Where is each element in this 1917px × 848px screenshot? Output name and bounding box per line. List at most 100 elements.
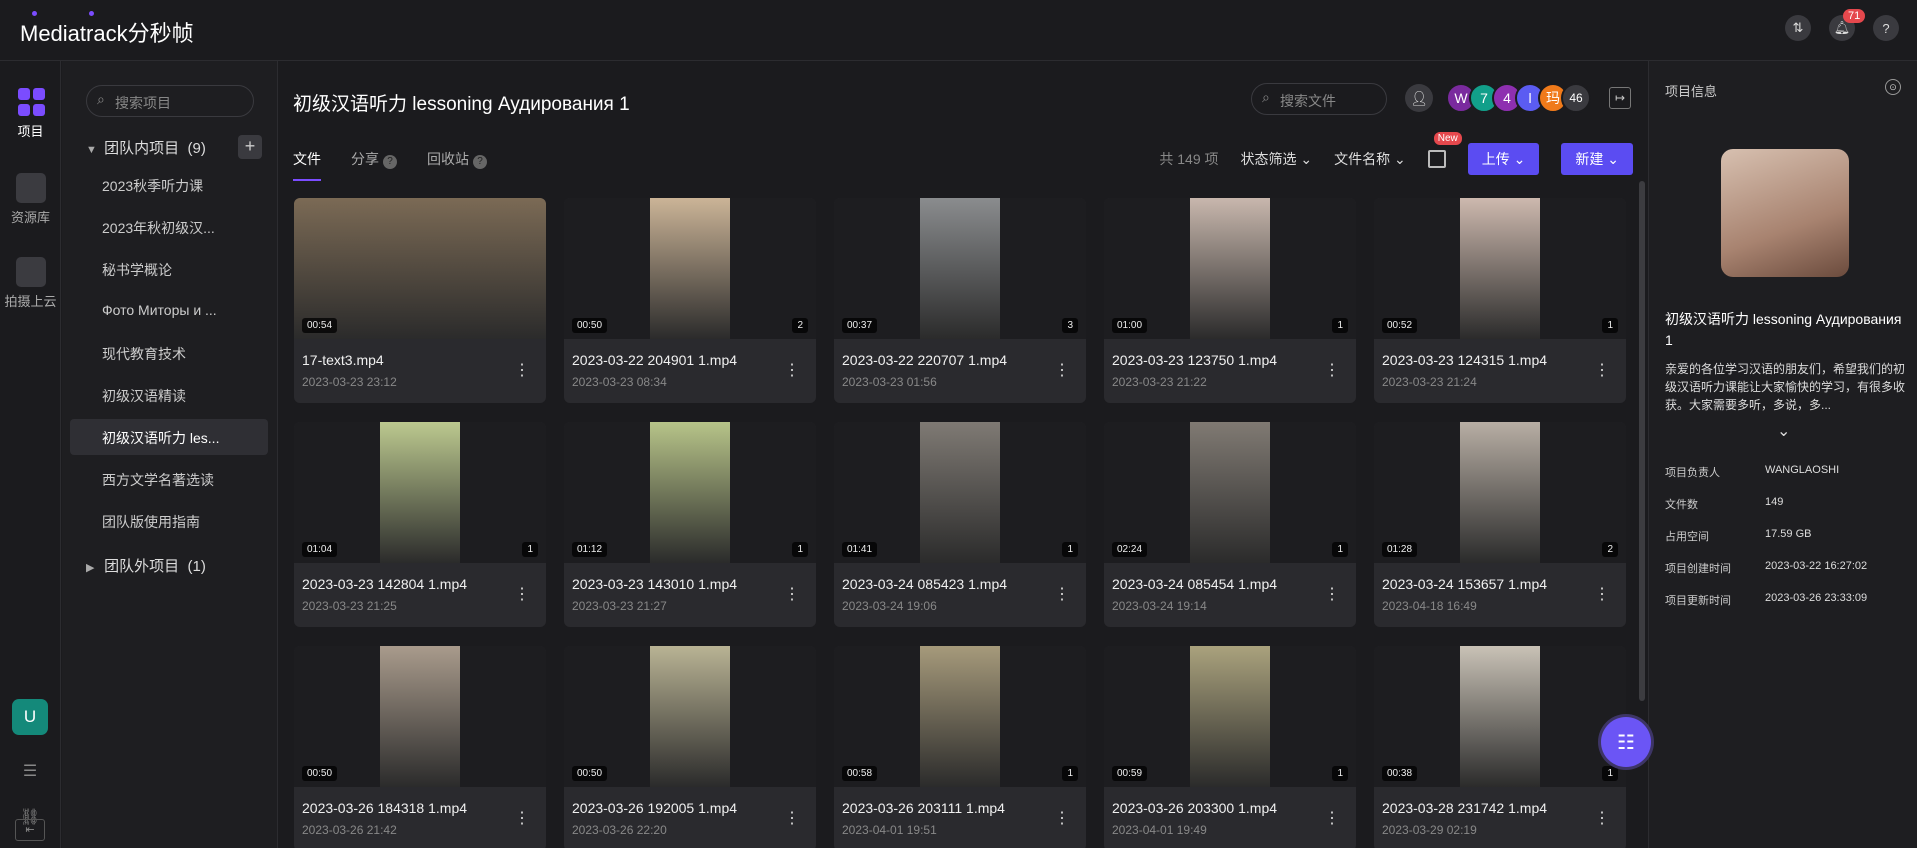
sidebar-project-item[interactable]: 初级汉语精读 — [70, 377, 268, 413]
help-icon[interactable]: ? — [1873, 15, 1899, 41]
video-thumbnail[interactable]: 01:28 2 — [1374, 422, 1626, 563]
info-heading: 项目信息 — [1665, 84, 1718, 99]
file-search-input[interactable]: 搜索文件 — [1251, 83, 1387, 115]
more-options-icon[interactable]: ⋮ — [1594, 584, 1610, 604]
more-options-icon[interactable]: ⋮ — [1054, 808, 1070, 828]
video-thumbnail[interactable]: 01:04 1 — [294, 422, 546, 563]
team-projects-group[interactable]: ▼ 团队内项目 (9) — [86, 137, 206, 158]
file-card[interactable]: 01:28 2 2023-03-24 153657 1.mp4 2023-04-18 … — [1374, 422, 1626, 627]
tab-recycle-bin[interactable]: 回收站? — [427, 149, 487, 181]
video-thumbnail[interactable]: 00:50 — [564, 646, 816, 787]
thumbnail-image — [380, 646, 460, 787]
file-date: 2023-04-18 16:49 — [1382, 599, 1477, 613]
upload-button[interactable]: 上传 ⌄ — [1467, 143, 1540, 175]
more-options-icon[interactable]: ⋮ — [1324, 360, 1340, 380]
file-card[interactable]: 00:50 2 2023-03-22 204901 1.mp4 2023-03-23 … — [564, 198, 816, 403]
status-filter-dropdown[interactable]: 状态筛选 ⌄ — [1241, 149, 1313, 169]
member-avatars[interactable]: W 7 4 l 玛 46 — [1446, 83, 1591, 113]
file-card[interactable]: 00:52 1 2023-03-23 124315 1.mp4 2023-03-23 … — [1374, 198, 1626, 403]
comment-count-badge: 1 — [1602, 766, 1618, 781]
add-member-icon[interactable]: 👤︎ — [1405, 84, 1433, 112]
more-options-icon[interactable]: ⋮ — [1324, 584, 1340, 604]
sort-dropdown[interactable]: 文件名称 ⌄ — [1334, 149, 1406, 169]
more-options-icon[interactable]: ⋮ — [1054, 584, 1070, 604]
caret-down-icon: ▼ — [86, 144, 97, 156]
rail-item-camera-to-cloud[interactable]: 拍摄上云 — [0, 257, 61, 310]
scrollbar[interactable] — [1639, 181, 1645, 701]
video-thumbnail[interactable]: 00:38 1 — [1374, 646, 1626, 787]
collapse-sidebar-icon[interactable]: ⇤ — [15, 819, 45, 841]
tab-share[interactable]: 分享? — [351, 149, 397, 181]
more-options-icon[interactable]: ⋮ — [514, 808, 530, 828]
video-thumbnail[interactable]: 00:54 — [294, 198, 546, 339]
file-card[interactable]: 00:58 1 2023-03-26 203111 1.mp4 2023-04-01 … — [834, 646, 1086, 848]
sidebar-project-item[interactable]: Фото Миторы и ... — [70, 293, 268, 329]
tab-files[interactable]: 文件 — [293, 149, 321, 181]
video-thumbnail[interactable]: 00:37 3 — [834, 198, 1086, 339]
video-thumbnail[interactable]: 02:24 1 — [1104, 422, 1356, 563]
more-options-icon[interactable]: ⋮ — [784, 360, 800, 380]
rail-item-projects[interactable]: 项目 — [0, 87, 61, 140]
user-avatar[interactable]: U — [12, 699, 48, 735]
comment-count-badge: 1 — [792, 542, 808, 557]
file-card[interactable]: 00:50 2023-03-26 184318 1.mp4 2023-03-26 2… — [294, 646, 546, 848]
thumbnail-image — [1460, 422, 1540, 563]
more-options-icon[interactable]: ⋮ — [784, 808, 800, 828]
sidebar-project-item[interactable]: 秘书学概论 — [70, 251, 268, 287]
more-options-icon[interactable]: ⋮ — [784, 584, 800, 604]
file-date: 2023-03-23 23:12 — [302, 375, 397, 389]
file-card[interactable]: 02:24 1 2023-03-24 085454 1.mp4 2023-03-24 … — [1104, 422, 1356, 627]
file-card[interactable]: 00:38 1 2023-03-28 231742 1.mp4 2023-03-29 … — [1374, 646, 1626, 848]
thumbnail-image — [920, 646, 1000, 787]
sidebar-project-item[interactable]: 2023年秋初级汉... — [70, 209, 268, 245]
file-card[interactable]: 00:54 17-text3.mp4 2023-03-23 23:12 ⋮ — [294, 198, 546, 403]
add-project-button[interactable]: + — [238, 135, 262, 159]
more-options-icon[interactable]: ⋮ — [514, 584, 530, 604]
file-card[interactable]: 01:41 1 2023-03-24 085423 1.mp4 2023-03-24 … — [834, 422, 1086, 627]
duration-badge: 00:58 — [842, 766, 878, 781]
more-options-icon[interactable]: ⋮ — [1324, 808, 1340, 828]
create-button[interactable]: 新建 ⌄ — [1561, 143, 1633, 175]
video-thumbnail[interactable]: 00:52 1 — [1374, 198, 1626, 339]
more-options-icon[interactable]: ⋮ — [1594, 808, 1610, 828]
sidebar-project-item[interactable]: 西方文学名著选读 — [70, 461, 268, 497]
sidebar-project-item[interactable]: 现代教育技术 — [70, 335, 268, 371]
leave-project-icon[interactable]: ↦ — [1609, 87, 1631, 109]
file-card[interactable]: 00:59 1 2023-03-26 203300 1.mp4 2023-04-01 … — [1104, 646, 1356, 848]
file-name: 17-text3.mp4 — [302, 352, 384, 368]
sidebar-project-item[interactable]: 2023秋季听力课 — [70, 167, 268, 203]
thumbnail-image — [380, 422, 460, 563]
close-panel-icon[interactable]: ⊙ — [1885, 79, 1901, 95]
more-options-icon[interactable]: ⋮ — [1054, 360, 1070, 380]
projects-icon — [17, 87, 45, 117]
sidebar-project-item-active[interactable]: 初级汉语听力 les... — [70, 419, 268, 455]
video-thumbnail[interactable]: 01:00 1 — [1104, 198, 1356, 339]
video-thumbnail[interactable]: 00:50 — [294, 646, 546, 787]
video-thumbnail[interactable]: 00:58 1 — [834, 646, 1086, 787]
file-card[interactable]: 00:37 3 2023-03-22 220707 1.mp4 2023-03-23 … — [834, 198, 1086, 403]
notification-bell-icon[interactable]: 🔔︎ 71 — [1829, 9, 1866, 41]
project-search-input[interactable]: 搜索项目 — [86, 85, 254, 117]
sidebar-project-item[interactable]: 团队版使用指南 — [70, 503, 268, 539]
file-card[interactable]: 01:04 1 2023-03-23 142804 1.mp4 2023-03-23 … — [294, 422, 546, 627]
more-options-icon[interactable]: ⋮ — [1594, 360, 1610, 380]
feedback-fab-button[interactable]: ☷ — [1601, 717, 1651, 767]
feedback-icon[interactable]: ☰ — [19, 761, 41, 783]
file-card[interactable]: 01:12 1 2023-03-23 143010 1.mp4 2023-03-23 … — [564, 422, 816, 627]
video-thumbnail[interactable]: 01:41 1 — [834, 422, 1086, 563]
thumbnail-image — [1190, 198, 1270, 339]
outside-projects-group[interactable]: ▶ 团队外项目 (1) — [86, 555, 206, 576]
expand-description-icon[interactable]: ⌄ — [1777, 421, 1790, 441]
file-card[interactable]: 01:00 1 2023-03-23 123750 1.mp4 2023-03-23 … — [1104, 198, 1356, 403]
duration-badge: 00:50 — [572, 318, 608, 333]
grid-view-icon[interactable]: New — [1427, 132, 1462, 168]
share-icon[interactable]: ⇅ — [1785, 15, 1811, 41]
video-thumbnail[interactable]: 00:50 2 — [564, 198, 816, 339]
video-thumbnail[interactable]: 01:12 1 — [564, 422, 816, 563]
video-thumbnail[interactable]: 00:59 1 — [1104, 646, 1356, 787]
rail-item-library[interactable]: 资源库 — [0, 173, 61, 226]
file-card[interactable]: 00:50 2023-03-26 192005 1.mp4 2023-03-26 2… — [564, 646, 816, 848]
app-logo[interactable]: Mediatrack分秒帧 — [20, 11, 194, 48]
member-count[interactable]: 46 — [1561, 83, 1591, 113]
more-options-icon[interactable]: ⋮ — [514, 360, 530, 380]
